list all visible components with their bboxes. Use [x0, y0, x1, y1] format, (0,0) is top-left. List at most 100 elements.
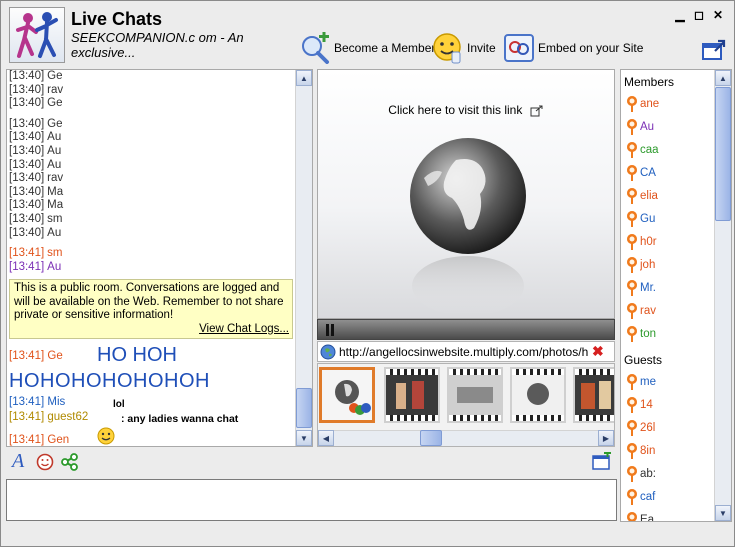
message-author[interactable]: Ma: [47, 199, 63, 211]
member-name: ton: [640, 328, 656, 340]
member-name: me: [640, 376, 656, 388]
scroll-thumb[interactable]: [715, 87, 731, 221]
message-input-box[interactable]: [6, 479, 617, 521]
list-item: [13:40] Au: [9, 131, 294, 145]
member-item[interactable]: 14: [627, 395, 670, 415]
message-author[interactable]: Ge: [47, 97, 62, 109]
scroll-up-arrow-icon[interactable]: ▲: [296, 70, 312, 86]
message-text: HO HOH: [97, 344, 177, 366]
member-item[interactable]: h0r: [627, 232, 670, 252]
member-item[interactable]: caf: [627, 487, 670, 507]
member-name: ane: [640, 98, 660, 110]
scroll-down-arrow-icon[interactable]: ▼: [715, 505, 731, 521]
url-bar[interactable]: http://angellocsinwebsite.multiply.com/p…: [317, 341, 615, 362]
member-item[interactable]: ane: [627, 94, 670, 114]
member-item[interactable]: ab:: [627, 464, 670, 484]
close-button[interactable]: ✕: [711, 8, 725, 22]
member-item[interactable]: joh: [627, 255, 670, 275]
message-timestamp: [13:40]: [9, 144, 45, 157]
member-name: Au: [640, 121, 655, 133]
list-item: [13:40] Ge: [9, 118, 294, 132]
list-item: [13:40] Au: [9, 145, 294, 159]
message-input[interactable]: [7, 480, 616, 520]
add-window-icon[interactable]: [592, 450, 612, 473]
smiley-emoticon-icon: [97, 427, 115, 446]
minimize-button[interactable]: ▁: [673, 8, 687, 22]
message-author[interactable]: sm: [47, 213, 62, 225]
popout-icon[interactable]: [702, 39, 726, 64]
scroll-down-arrow-icon[interactable]: ▼: [296, 430, 312, 446]
user-pin-icon: [627, 443, 637, 459]
user-pin-icon: [627, 466, 637, 482]
member-item[interactable]: rav: [627, 301, 670, 321]
message-timestamp: [13:40]: [9, 172, 45, 185]
member-name: Gu: [640, 213, 656, 225]
scroll-thumb[interactable]: [296, 388, 312, 428]
message-author[interactable]: Au: [47, 145, 61, 157]
member-item[interactable]: 8in: [627, 441, 670, 461]
message-timestamp: [13:40]: [9, 158, 45, 171]
become-member-button[interactable]: Become a Member: [299, 31, 435, 65]
member-item[interactable]: Au: [627, 117, 670, 137]
scroll-right-arrow-icon[interactable]: ▶: [598, 430, 614, 446]
chat-scrollbar[interactable]: ▲ ▼: [295, 70, 312, 446]
message-author[interactable]: sm: [47, 247, 62, 259]
pause-icon[interactable]: [326, 324, 329, 336]
share-icon[interactable]: [61, 453, 79, 474]
thumbnail-photo[interactable]: [384, 367, 440, 423]
list-item: [13:40] Au: [9, 159, 294, 173]
message-author[interactable]: Ge: [47, 118, 62, 130]
message-author[interactable]: Ma: [47, 186, 63, 198]
user-pin-icon: [627, 303, 637, 319]
user-pin-icon: [627, 257, 637, 273]
media-viewer[interactable]: Click here to visit this link: [317, 69, 615, 319]
visit-link[interactable]: Click here to visit this link: [318, 103, 614, 117]
invite-button[interactable]: Invite: [432, 31, 496, 65]
member-item[interactable]: Mr.: [627, 278, 670, 298]
message-author[interactable]: Au: [47, 131, 61, 143]
maximize-button[interactable]: ◻: [692, 8, 706, 22]
thumbnail-scrollbar[interactable]: ◀ ▶: [318, 430, 614, 446]
embed-button[interactable]: Embed on your Site: [503, 31, 643, 65]
member-name: 8in: [640, 445, 656, 457]
guests-header: Guests: [624, 353, 663, 367]
scroll-left-arrow-icon[interactable]: ◀: [318, 430, 334, 446]
member-item[interactable]: ton: [627, 324, 670, 344]
thumbnail-globe[interactable]: [319, 367, 375, 423]
view-chat-logs-link[interactable]: View Chat Logs...: [199, 323, 289, 337]
member-item[interactable]: Ea: [627, 510, 670, 521]
scroll-thumb[interactable]: [420, 430, 442, 446]
member-name: 14: [640, 399, 653, 411]
app-logo: [9, 7, 65, 63]
notice-text: This is a public room. Conversations are…: [14, 282, 284, 321]
globe-small-icon: [320, 344, 336, 359]
message-author[interactable]: Au: [47, 261, 61, 273]
members-panel: Members ane Au caa CA elia Gu h0r joh Mr. rav ton …: [620, 69, 732, 522]
message-author[interactable]: Au: [47, 159, 61, 171]
message-author[interactable]: Au: [47, 227, 61, 239]
member-item[interactable]: elia: [627, 186, 670, 206]
message-timestamp: [13:40]: [9, 83, 45, 96]
emoticon-icon[interactable]: [36, 453, 54, 474]
list-item: [13:40] Au: [9, 227, 294, 241]
user-pin-icon: [627, 397, 637, 413]
thumbnail-globe[interactable]: [510, 367, 566, 423]
message-author[interactable]: rav: [47, 84, 63, 96]
list-item: [13:40] sm: [9, 213, 294, 227]
font-style-icon[interactable]: A: [12, 450, 24, 473]
member-item[interactable]: 26l: [627, 418, 670, 438]
message-author[interactable]: Ge: [47, 70, 62, 82]
thumbnail-photo[interactable]: [447, 367, 503, 423]
message-author[interactable]: rav: [47, 172, 63, 184]
member-name: Mr.: [640, 282, 656, 294]
scroll-up-arrow-icon[interactable]: ▲: [715, 70, 731, 86]
members-scrollbar[interactable]: ▲ ▼: [714, 70, 731, 521]
member-name: rav: [640, 305, 656, 317]
close-url-icon[interactable]: ✖: [592, 343, 604, 360]
user-pin-icon: [627, 142, 637, 158]
thumbnail-photo[interactable]: [573, 367, 614, 423]
member-item[interactable]: caa: [627, 140, 670, 160]
member-item[interactable]: me: [627, 372, 670, 392]
member-item[interactable]: Gu: [627, 209, 670, 229]
member-item[interactable]: CA: [627, 163, 670, 183]
